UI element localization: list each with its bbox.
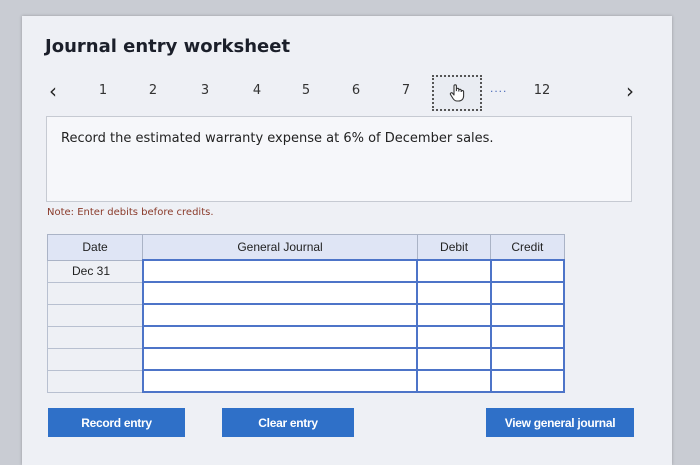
nav-page-6[interactable]: 6 <box>346 83 366 98</box>
nav-page-5[interactable]: 5 <box>296 83 316 98</box>
view-general-journal-button[interactable]: View general journal <box>486 408 634 437</box>
nav-page-3[interactable]: 3 <box>195 83 215 98</box>
table-row <box>46 347 566 371</box>
hand-pointer-icon <box>449 84 465 102</box>
account-input[interactable] <box>141 347 419 371</box>
date-cell[interactable] <box>46 281 144 305</box>
question-text: Record the estimated warranty expense at… <box>61 131 494 146</box>
account-input[interactable] <box>141 281 419 305</box>
date-cell[interactable] <box>46 369 144 393</box>
table-header-row: Date General Journal Debit Credit <box>46 234 565 261</box>
account-input[interactable] <box>141 259 419 283</box>
nav-page-2[interactable]: 2 <box>143 83 163 98</box>
debit-input[interactable] <box>416 259 492 283</box>
debit-input[interactable] <box>416 325 492 349</box>
date-cell[interactable] <box>46 303 144 327</box>
note-text: Note: Enter debits before credits. <box>47 207 214 218</box>
credit-input[interactable] <box>489 303 566 327</box>
nav-page-current[interactable] <box>432 75 482 111</box>
nav-page-4[interactable]: 4 <box>247 83 267 98</box>
question-navigation: ‹ 1 2 3 4 5 6 7 .... 12 › <box>0 75 700 111</box>
nav-ellipsis: .... <box>490 81 508 95</box>
credit-input[interactable] <box>489 369 566 393</box>
next-arrow-icon[interactable]: › <box>626 80 634 102</box>
previous-arrow-icon[interactable]: ‹ <box>49 80 57 102</box>
date-cell[interactable] <box>46 347 144 371</box>
debit-input[interactable] <box>416 281 492 305</box>
table-row <box>46 325 566 349</box>
record-entry-button[interactable]: Record entry <box>48 408 185 437</box>
question-box: Record the estimated warranty expense at… <box>46 116 632 202</box>
nav-page-12[interactable]: 12 <box>532 83 552 98</box>
credit-input[interactable] <box>489 347 566 371</box>
clear-entry-button[interactable]: Clear entry <box>222 408 354 437</box>
table-row <box>46 369 566 393</box>
debit-input[interactable] <box>416 303 492 327</box>
header-debit: Debit <box>416 234 492 261</box>
credit-input[interactable] <box>489 281 566 305</box>
table-row <box>46 281 566 305</box>
header-general-journal: General Journal <box>142 234 418 261</box>
nav-page-7[interactable]: 7 <box>396 83 416 98</box>
journal-entry-table: Date General Journal Debit Credit Dec 31 <box>46 234 566 393</box>
account-input[interactable] <box>141 303 419 327</box>
date-cell[interactable]: Dec 31 <box>46 259 144 283</box>
header-credit: Credit <box>490 234 565 261</box>
account-input[interactable] <box>141 369 419 393</box>
nav-page-1[interactable]: 1 <box>93 83 113 98</box>
table-row: Dec 31 <box>46 259 566 283</box>
debit-input[interactable] <box>416 369 492 393</box>
account-input[interactable] <box>141 325 419 349</box>
debit-input[interactable] <box>416 347 492 371</box>
table-row <box>46 303 566 327</box>
date-cell[interactable] <box>46 325 144 349</box>
header-date: Date <box>46 234 144 261</box>
credit-input[interactable] <box>489 259 566 283</box>
worksheet-title: Journal entry worksheet <box>45 36 291 57</box>
credit-input[interactable] <box>489 325 566 349</box>
